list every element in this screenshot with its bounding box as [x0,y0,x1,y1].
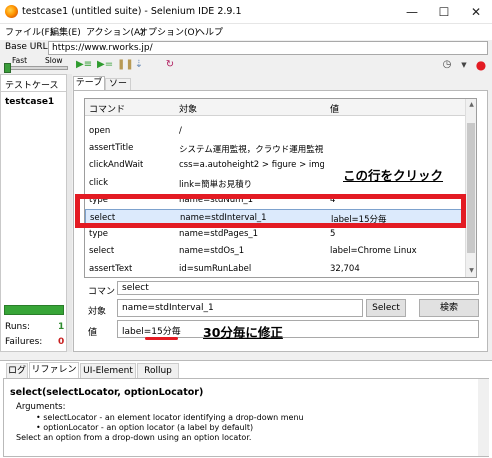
find-button[interactable]: 検索 [419,299,479,317]
table-header: コマンド 対象 値 [85,99,467,116]
test-case-panel: テストケース testcase1 Runs: 1 Failures: 0 [0,74,67,352]
menu-bar: ファイル(F) 編集(E) アクション(A) オプション(O) ヘルプ [0,24,492,40]
close-button[interactable]: ✕ [460,0,492,24]
command-table: コマンド 対象 値 open / assertTitle システム運用監視，クラウド運… [84,98,477,278]
menu-help[interactable]: ヘルプ [196,25,223,38]
tab-source[interactable]: ソース [105,78,131,100]
cell-target: css=a.autoheight2 > figure > img.c… [179,160,324,171]
column-target: 対象 [179,105,198,115]
progress-bar [4,305,64,315]
reference-arg-2: • optionLocator - an option locator (a l… [36,423,254,432]
table-row[interactable]: assertText id=sumRunLabel 32,704 [85,261,467,277]
reference-scrollbar[interactable] [478,379,489,456]
reference-arg-1: • selectLocator - an element locator ide… [36,413,304,422]
menu-options[interactable]: オプション(O) [139,25,198,38]
title-bar: testcase1 (untitled suite) - Selenium ID… [0,0,492,24]
test-case-header: テストケース [1,75,66,92]
scroll-down-icon[interactable]: ▼ [467,266,476,275]
cell-command: select [89,246,115,257]
target-label: 対象 [88,307,107,317]
failures-count: 0 [58,337,65,347]
cell-value: 32,704 [330,263,360,274]
menu-edit[interactable]: 編集(E) [50,25,81,38]
table-scrollbar[interactable]: ▲ ▼ [465,99,476,277]
table-row[interactable]: open / [85,123,467,140]
menu-file[interactable]: ファイル(F) [5,25,53,38]
menu-action[interactable]: アクション(A) [86,25,144,38]
cell-command: assertTitle [89,143,134,154]
reference-args-label: Arguments: [16,402,66,412]
maximize-button[interactable]: ☐ [428,0,460,24]
value-field[interactable]: label=15分毎 [117,320,479,338]
cell-target: link=簡単お見積り [179,179,253,190]
column-value: 値 [330,105,340,115]
tab-log[interactable]: ログ [6,363,28,378]
cell-value: label=Chrome Linux [330,246,417,257]
speed-slider-thumb[interactable] [4,63,11,73]
annotation-edit-value: 30分毎に修正 [203,325,283,340]
firefox-icon [5,5,18,18]
reference-description: Select an option from a drop-down using … [16,433,252,442]
tab-reference[interactable]: リファレンス [29,362,79,389]
tab-table[interactable]: テーブル [73,76,105,101]
column-command: コマンド [89,105,126,115]
highlight-box [75,194,466,228]
cell-target: name=stdPages_1 [179,229,259,240]
tab-rollup[interactable]: Rollup [137,363,179,378]
speed-fast-label: Fast [12,56,28,65]
target-field[interactable]: name=stdInterval_1 [117,299,363,317]
table-row[interactable]: select name=stdOs_1 label=Chrome Linux [85,243,467,260]
cell-command: assertText [89,263,133,274]
panel-splitter[interactable] [67,74,72,352]
runs-label: Runs: [5,322,30,332]
table-row[interactable]: type name=stdPages_1 5 [85,226,467,243]
bottom-panel: ログ リファレンス UI-Element Rollup [0,360,492,458]
chevron-down-icon[interactable]: ▼ [458,59,470,71]
command-field[interactable]: select [117,281,479,295]
cell-target: システム運用監視，クラウド運用監視 |… [179,145,324,156]
cell-target: / [179,126,182,136]
cell-command: click [89,177,108,188]
test-case-item[interactable]: testcase1 [5,97,54,107]
scroll-up-icon[interactable]: ▲ [467,100,476,109]
cell-value: 5 [330,229,336,240]
rollup-icon[interactable]: ↻ [164,59,176,71]
step-icon[interactable]: ⇣ [133,59,145,71]
pause-icon[interactable]: ❚❚ [117,59,134,71]
base-url-label: Base URL [5,42,48,52]
cell-command: clickAndWait [89,160,144,171]
cell-command: type [89,229,108,240]
scroll-thumb[interactable] [467,123,475,253]
reference-title: select(selectLocator, optionLocator) [10,387,204,398]
window-title: testcase1 (untitled suite) - Selenium ID… [22,6,242,17]
runs-count: 1 [58,322,65,332]
annotation-click-row: この行をクリック [343,165,444,184]
speed-slow-label: Slow [45,56,63,65]
failures-label: Failures: [5,337,43,347]
play-suite-icon[interactable]: ▶≡ [76,59,92,71]
base-url-row: Base URL https://www.rworks.jp/ [0,40,492,56]
speed-slider[interactable] [6,66,68,70]
cell-command: open [89,126,111,136]
record-icon[interactable]: ● [475,59,487,71]
play-test-icon[interactable]: ▶= [97,59,113,71]
value-label: 値 [88,328,98,338]
table-row[interactable]: assertTitle システム運用監視，クラウド運用監視 |… [85,140,467,157]
value-underline [145,337,178,340]
select-button[interactable]: Select [366,299,406,317]
cell-target: name=stdOs_1 [179,246,245,257]
minimize-button[interactable]: — [396,0,428,24]
cell-target: id=sumRunLabel [179,263,252,274]
base-url-input[interactable]: https://www.rworks.jp/ [48,41,488,55]
clock-icon[interactable]: ◷ [441,59,453,71]
tab-ui-element[interactable]: UI-Element [80,363,136,378]
toolbar: Fast Slow ▶≡ ▶= ❚❚ ⇣ ↻ ◷ ▼ ● [0,56,492,74]
